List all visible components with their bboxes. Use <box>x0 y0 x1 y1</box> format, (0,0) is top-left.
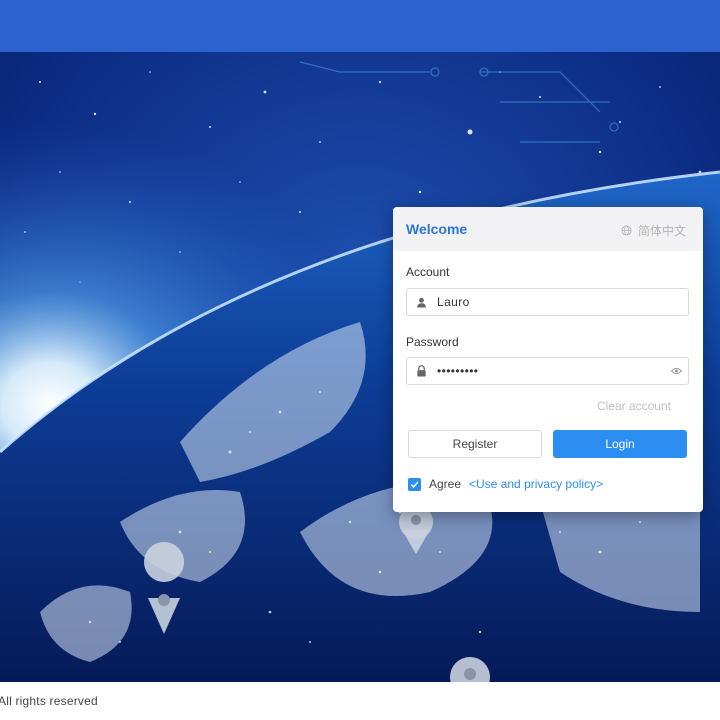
account-field[interactable] <box>406 288 689 316</box>
agree-label: Agree <box>429 477 462 491</box>
eye-icon[interactable] <box>664 358 688 384</box>
login-card: Welcome 简体中文 Account Password <box>393 207 703 512</box>
password-input[interactable] <box>435 359 664 383</box>
agree-row: Agree <Use and privacy policy> <box>408 477 603 491</box>
checkmark-icon <box>410 481 419 488</box>
agree-checkbox[interactable] <box>408 477 421 491</box>
globe-icon <box>621 225 632 236</box>
account-label: Account <box>406 265 450 279</box>
login-button[interactable]: Login <box>553 430 687 458</box>
user-icon <box>407 289 435 315</box>
register-button[interactable]: Register <box>408 430 542 458</box>
clear-account-link[interactable]: Clear account <box>597 399 671 413</box>
password-label: Password <box>406 335 459 349</box>
language-switcher[interactable]: 简体中文 <box>621 222 686 239</box>
card-header: Welcome 简体中文 <box>393 207 703 251</box>
card-title: Welcome <box>406 221 468 237</box>
privacy-policy-link[interactable]: <Use and privacy policy> <box>469 477 603 491</box>
account-input[interactable] <box>435 290 688 314</box>
footer-copyright: All rights reserved <box>0 694 98 708</box>
lock-icon <box>407 358 435 384</box>
top-bar <box>0 0 720 52</box>
language-label: 简体中文 <box>637 224 686 238</box>
footer: All rights reserved <box>0 682 720 720</box>
password-field[interactable] <box>406 357 689 385</box>
